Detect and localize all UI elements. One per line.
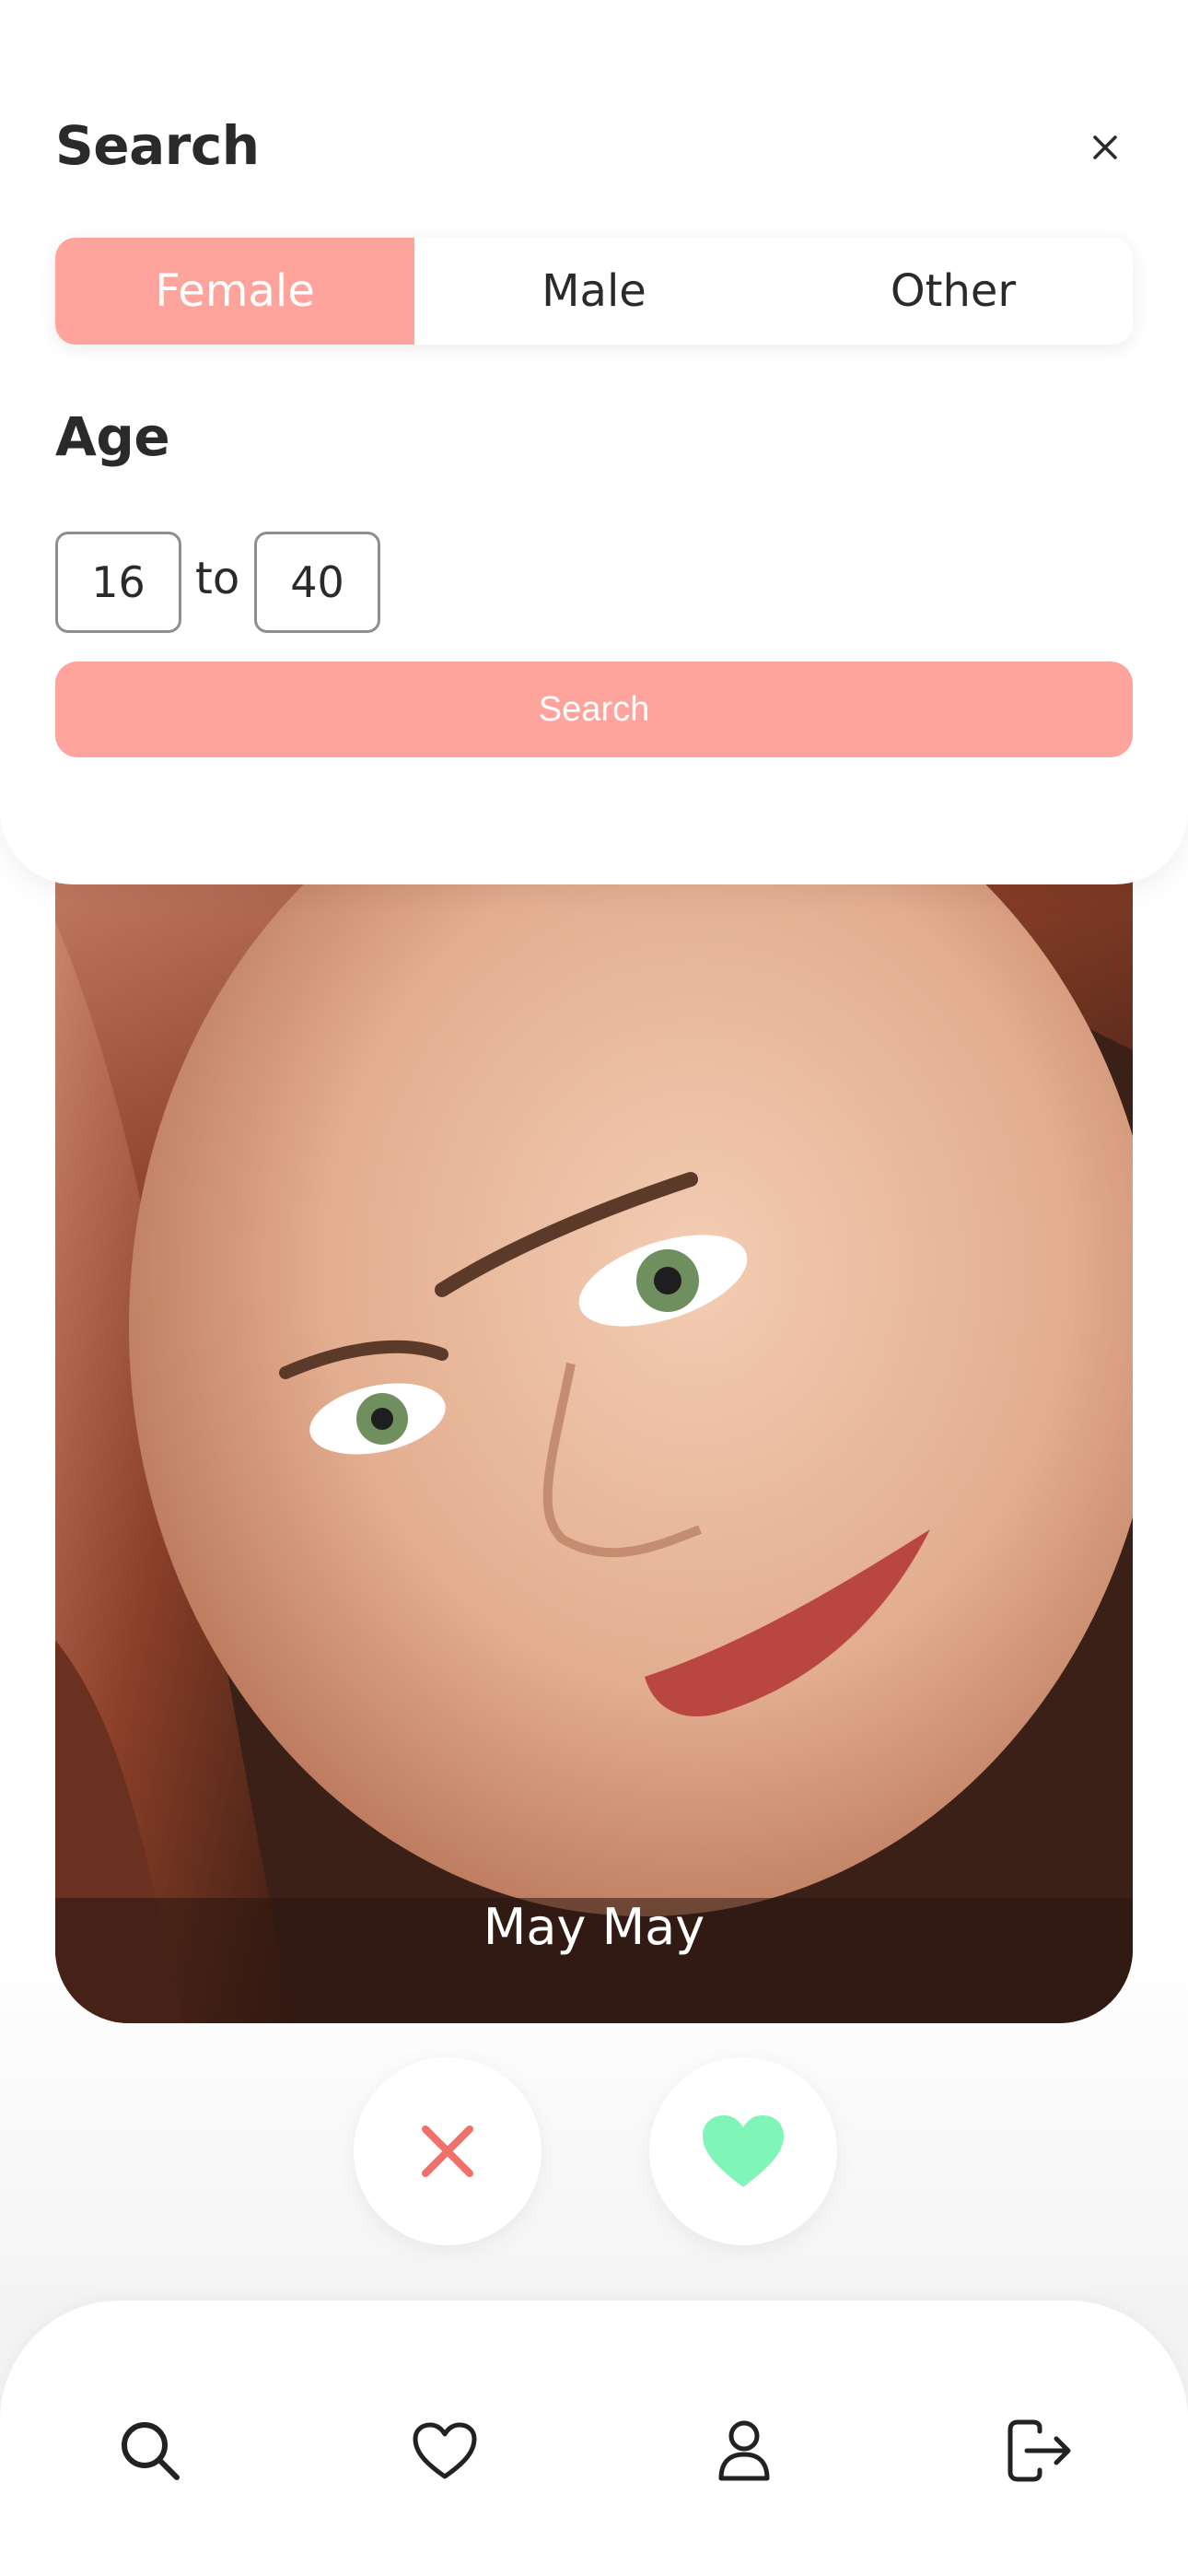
search-button[interactable]: Search: [55, 662, 1133, 757]
logout-icon: [1007, 2419, 1071, 2482]
heart-icon: [413, 2422, 477, 2479]
nav-profile[interactable]: [693, 2400, 795, 2501]
heart-icon: [703, 2115, 784, 2187]
profile-card[interactable]: May May: [55, 811, 1133, 2023]
nav-logout[interactable]: [989, 2400, 1090, 2501]
gender-option-female[interactable]: Female: [55, 238, 414, 345]
search-title: Search: [55, 114, 260, 177]
gender-selector: Female Male Other: [55, 238, 1133, 345]
gender-option-other[interactable]: Other: [774, 238, 1133, 345]
dislike-button[interactable]: [354, 2057, 542, 2245]
nav-likes[interactable]: [394, 2400, 495, 2501]
search-sheet: Search Female Male Other Age 16 to 40 Se…: [0, 0, 1188, 884]
app-screen: May May Search Female Male Other Age 16 …: [0, 0, 1188, 2576]
profile-name: May May: [483, 1898, 705, 1956]
profile-photo: [55, 811, 1133, 2023]
nav-search[interactable]: [99, 2400, 201, 2501]
close-icon: [422, 2125, 473, 2177]
close-button[interactable]: [1081, 123, 1129, 171]
age-max-input[interactable]: 40: [254, 532, 380, 633]
profile-icon: [718, 2420, 770, 2481]
bottom-nav: [0, 2301, 1188, 2576]
age-label: Age: [55, 405, 170, 468]
age-min-input[interactable]: 16: [55, 532, 181, 633]
like-button[interactable]: [649, 2057, 837, 2245]
age-separator: to: [195, 553, 240, 604]
search-icon: [122, 2422, 180, 2480]
close-icon: [1093, 135, 1117, 159]
gender-option-male[interactable]: Male: [414, 238, 774, 345]
